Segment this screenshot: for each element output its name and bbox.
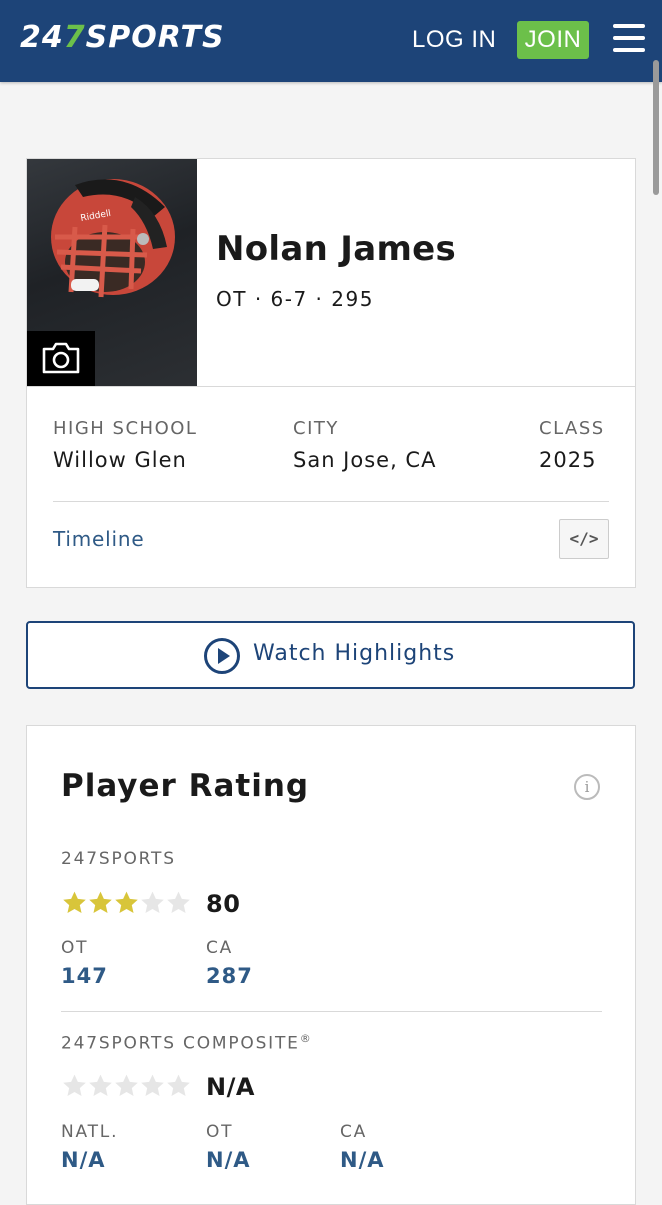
composite-state-rank-label: CA bbox=[340, 1122, 368, 1142]
state-rank-label: CA bbox=[206, 938, 234, 958]
star-filled-icon bbox=[115, 891, 138, 913]
watch-highlights-label: Watch Highlights bbox=[253, 641, 456, 666]
national-rank-value: N/A bbox=[61, 1148, 106, 1172]
embed-code-button[interactable]: </> bbox=[559, 519, 609, 559]
join-button[interactable]: JOIN bbox=[517, 21, 589, 59]
247sports-star-rating bbox=[61, 890, 191, 916]
247sports-score: 80 bbox=[206, 890, 241, 918]
composite-score: N/A bbox=[206, 1073, 255, 1101]
watch-highlights-button[interactable]: Watch Highlights bbox=[26, 621, 635, 689]
star-empty-icon bbox=[115, 1074, 138, 1096]
composite-state-rank-value: N/A bbox=[340, 1148, 385, 1172]
star-empty-icon bbox=[167, 1074, 190, 1096]
star-empty-icon bbox=[141, 1074, 164, 1096]
national-rank-label: NATL. bbox=[61, 1122, 119, 1142]
site-logo[interactable]: 247SPORTS bbox=[20, 18, 225, 58]
player-profile-card: Riddell Nolan James OT · 6-7 · 295 HIGH … bbox=[26, 158, 636, 588]
player-photo[interactable]: Riddell bbox=[27, 159, 197, 386]
position-rank-value[interactable]: 147 bbox=[61, 964, 108, 988]
state-rank-value[interactable]: 287 bbox=[206, 964, 253, 988]
composite-star-rating bbox=[61, 1073, 191, 1099]
football-helmet-image: Riddell bbox=[51, 179, 175, 298]
site-header: 247SPORTS LOG IN JOIN bbox=[0, 0, 662, 82]
hamburger-menu-icon[interactable] bbox=[613, 24, 645, 52]
player-position-meta: OT · 6-7 · 295 bbox=[216, 287, 374, 311]
player-name: Nolan James bbox=[216, 229, 457, 269]
composite-rating-label: 247SPORTS COMPOSITE® bbox=[61, 1032, 313, 1054]
position-rank-label: OT bbox=[61, 938, 89, 958]
composite-position-rank-value: N/A bbox=[206, 1148, 251, 1172]
247sports-rating-label: 247SPORTS bbox=[61, 849, 176, 869]
star-empty-icon bbox=[89, 1074, 112, 1096]
high-school-label: HIGH SCHOOL bbox=[53, 418, 198, 439]
star-filled-icon bbox=[63, 891, 86, 913]
timeline-link[interactable]: Timeline bbox=[53, 527, 144, 551]
city-value: San Jose, CA bbox=[293, 448, 437, 472]
city-label: CITY bbox=[293, 418, 339, 439]
composite-position-rank-label: OT bbox=[206, 1122, 234, 1142]
login-link[interactable]: LOG IN bbox=[412, 24, 496, 56]
class-value: 2025 bbox=[539, 448, 597, 472]
player-rating-card: Player Rating i 247SPORTS 80 OT 147 CA 2… bbox=[26, 725, 636, 1205]
play-circle-icon bbox=[204, 638, 240, 674]
divider bbox=[27, 386, 635, 387]
camera-button[interactable] bbox=[27, 331, 95, 386]
star-empty-icon bbox=[141, 891, 164, 913]
rating-title: Player Rating bbox=[61, 768, 310, 804]
camera-icon bbox=[42, 342, 80, 374]
star-empty-icon bbox=[63, 1074, 86, 1096]
class-label: CLASS bbox=[539, 418, 605, 439]
star-filled-icon bbox=[89, 891, 112, 913]
divider bbox=[61, 1011, 602, 1012]
high-school-value[interactable]: Willow Glen bbox=[53, 448, 187, 472]
star-empty-icon bbox=[167, 891, 190, 913]
scrollbar[interactable] bbox=[653, 60, 659, 195]
info-icon[interactable]: i bbox=[574, 774, 600, 800]
divider bbox=[53, 501, 609, 502]
